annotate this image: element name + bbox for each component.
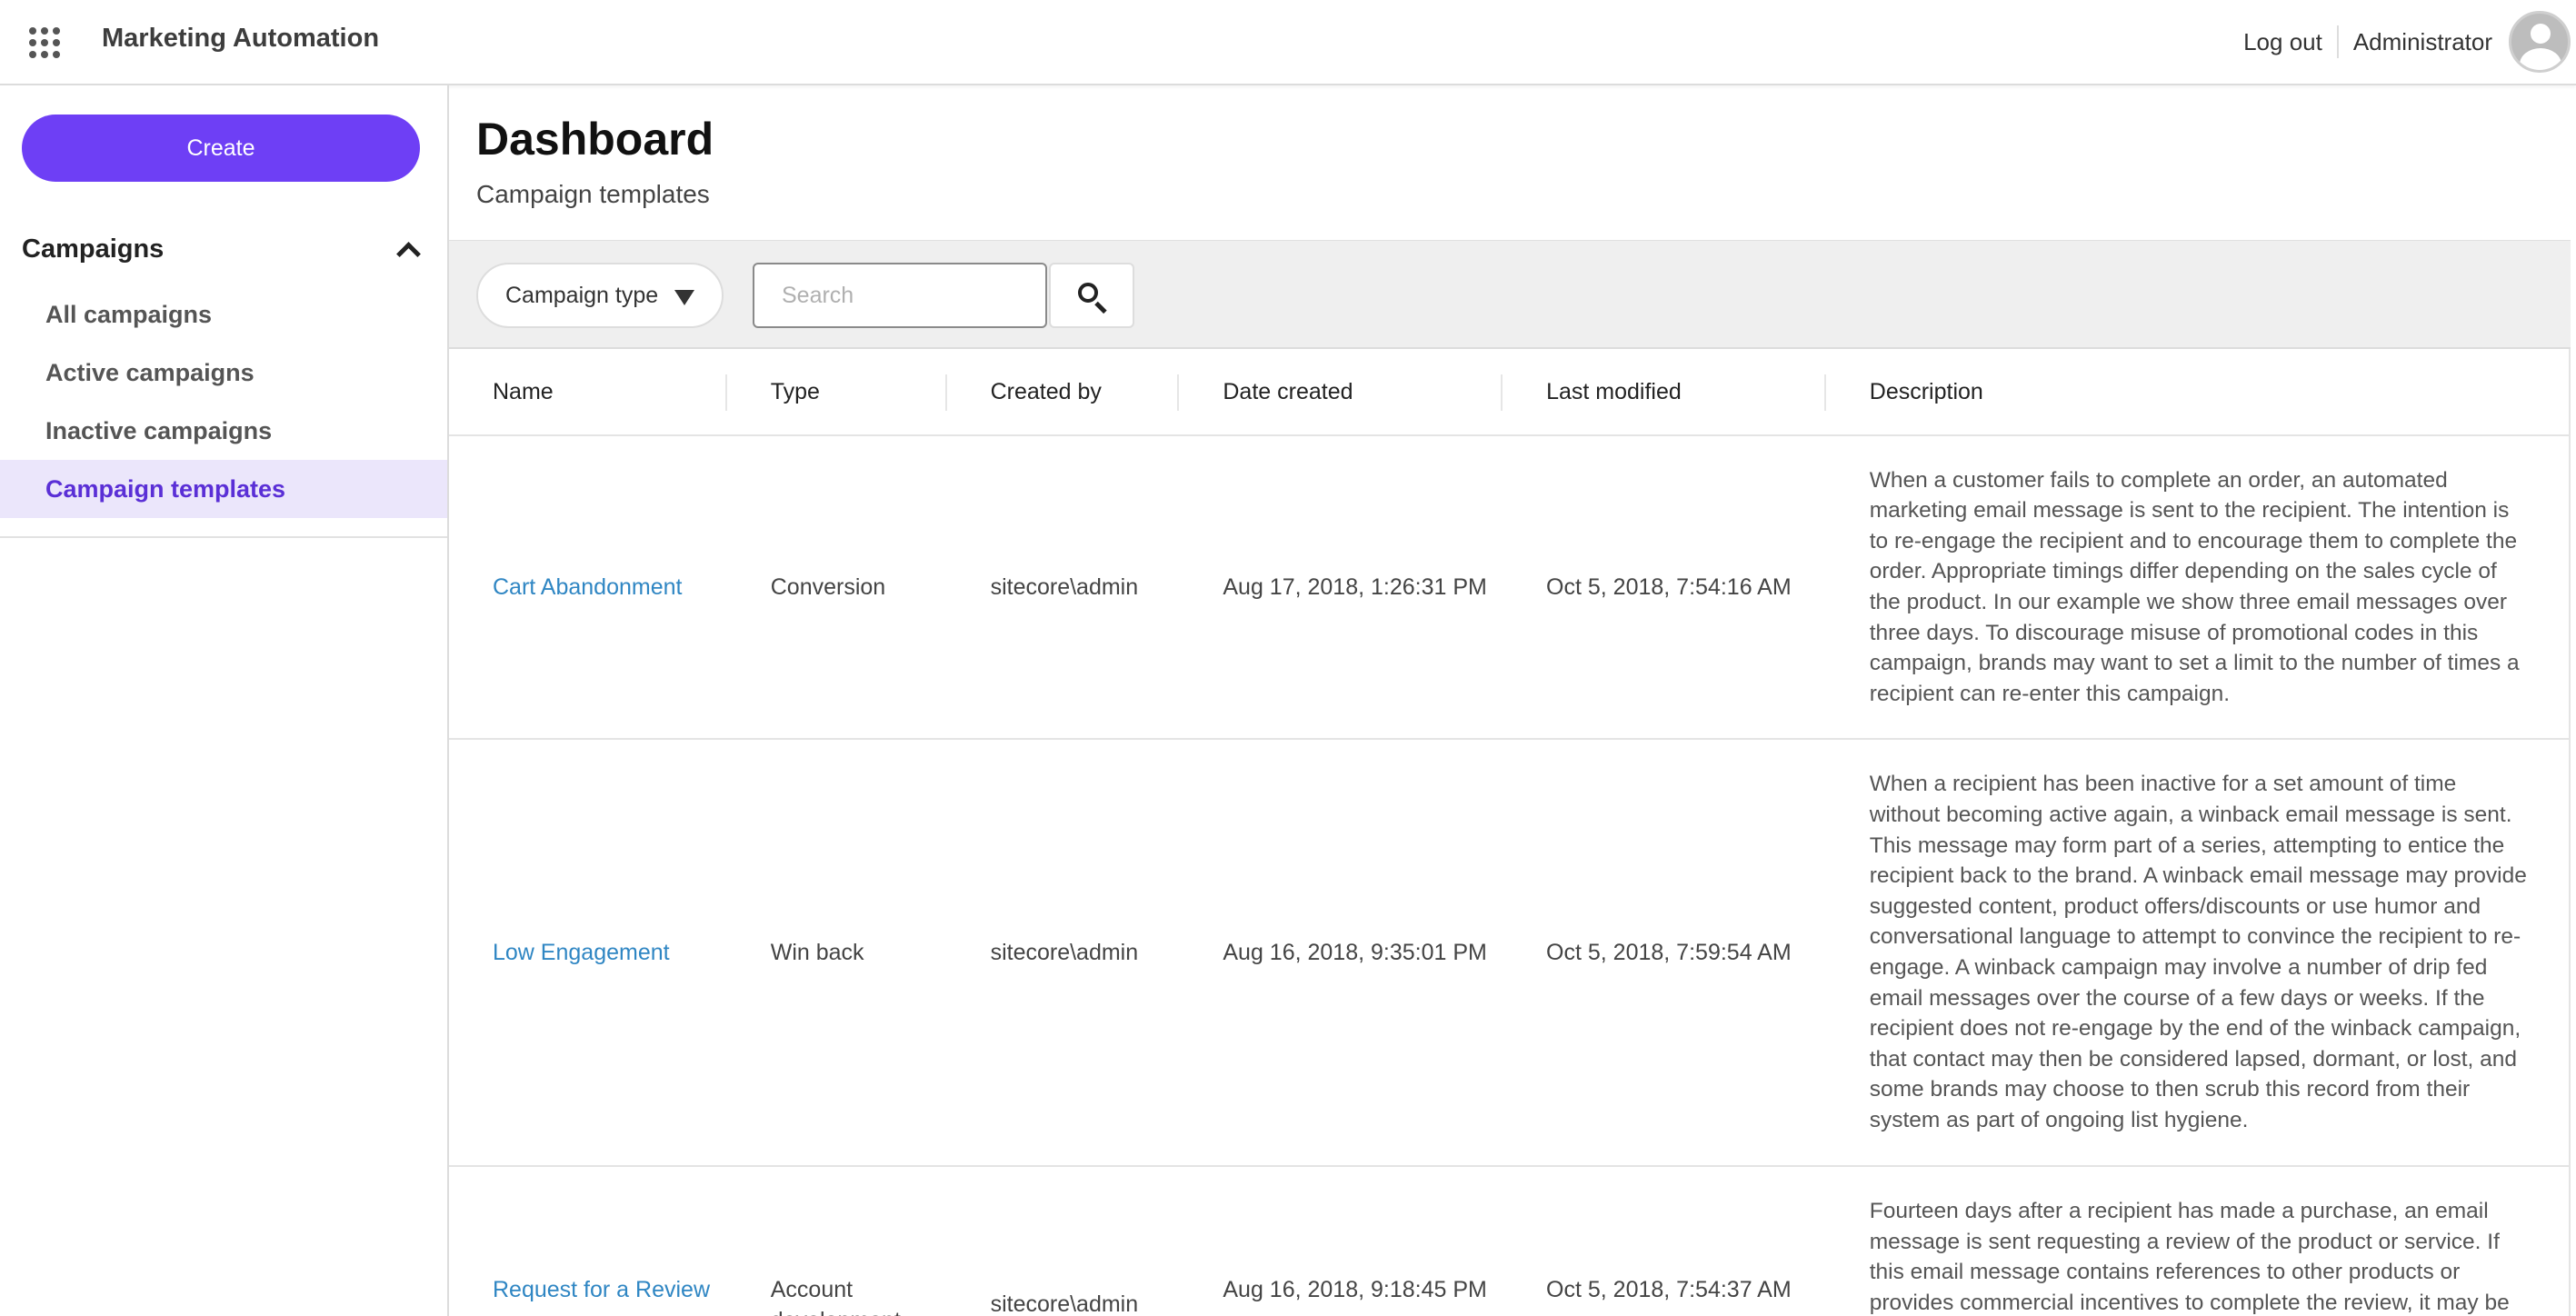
row-name-cell: Low Engagement <box>449 937 727 968</box>
table-row[interactable]: Cart Abandonment Conversion sitecore\adm… <box>449 436 2569 740</box>
search-button[interactable] <box>1049 263 1134 328</box>
table-header: Name Type Created by Date created Last m… <box>449 349 2569 436</box>
row-type-cell: Conversion <box>770 574 886 600</box>
row-date-created-cell: Aug 16, 2018, 9:35:01 PM <box>1223 940 1487 965</box>
user-area: Log out Administrator <box>2243 0 2576 84</box>
campaign-type-label: Campaign type <box>505 282 659 308</box>
column-header-type[interactable]: Type <box>727 349 947 434</box>
main-content: Dashboard Campaign templates Campaign ty… <box>449 85 2576 1316</box>
page-title: Dashboard <box>476 114 714 164</box>
table-row[interactable]: Request for a Review Account development… <box>449 1167 2569 1316</box>
search-icon <box>1078 283 1098 303</box>
row-type-cell: Win back <box>770 940 864 965</box>
page-subtitle: Campaign templates <box>476 180 710 208</box>
column-header-created-by[interactable]: Created by <box>947 349 1180 434</box>
create-button[interactable]: Create <box>22 115 420 182</box>
template-name-link[interactable]: Low Engagement <box>493 940 670 965</box>
search-icon-handle <box>1094 301 1107 314</box>
row-name-cell: Request for a Review <box>449 1167 727 1305</box>
campaign-type-dropdown[interactable]: Campaign type <box>476 263 724 328</box>
row-description-cell: When a recipient has been inactive for a… <box>1869 772 2527 1132</box>
template-name-link[interactable]: Cart Abandonment <box>493 574 682 600</box>
row-type-cell: Account development <box>770 1277 901 1316</box>
sidebar-item-inactive-campaigns[interactable]: Inactive campaigns <box>0 402 447 460</box>
row-description-cell: Fourteen days after a recipient has made… <box>1869 1199 2510 1315</box>
sidebar-item-campaign-templates[interactable]: Campaign templates <box>0 460 447 518</box>
campaigns-section-toggle[interactable]: Campaigns <box>22 231 420 267</box>
caret-down-icon <box>674 290 694 305</box>
chevron-up-icon <box>394 236 420 262</box>
campaigns-section-title: Campaigns <box>22 234 165 264</box>
row-last-modified-cell: Oct 5, 2018, 7:54:16 AM <box>1546 574 1792 600</box>
sidebar-divider <box>0 536 447 538</box>
sidebar-item-active-campaigns[interactable]: Active campaigns <box>0 344 447 402</box>
row-name-cell: Cart Abandonment <box>449 572 727 603</box>
user-name: Administrator <box>2352 27 2492 55</box>
template-name-link[interactable]: Request for a Review <box>493 1277 710 1302</box>
row-last-modified-cell: Oct 5, 2018, 7:59:54 AM <box>1546 940 1792 965</box>
row-date-created-cell: Aug 17, 2018, 1:26:31 PM <box>1223 574 1487 600</box>
column-header-last-modified[interactable]: Last modified <box>1503 349 1826 434</box>
user-avatar-icon[interactable] <box>2509 11 2571 73</box>
column-header-date-created[interactable]: Date created <box>1179 349 1503 434</box>
sidebar-item-all-campaigns[interactable]: All campaigns <box>0 285 447 344</box>
column-header-description: Description <box>1869 378 1983 404</box>
row-created-by-cell: sitecore\admin <box>990 1291 1139 1316</box>
row-date-created-cell: Aug 16, 2018, 9:18:45 PM <box>1223 1277 1487 1302</box>
filter-bar: Campaign type <box>449 240 2571 349</box>
top-bar: Marketing Automation Log out Administrat… <box>0 0 2576 85</box>
sidebar: Create Campaigns All campaigns Active ca… <box>0 85 449 1316</box>
row-description-cell: When a customer fails to complete an ord… <box>1869 467 2520 706</box>
search-input[interactable] <box>753 263 1047 328</box>
logout-link[interactable]: Log out <box>2243 28 2337 56</box>
column-header-name[interactable]: Name <box>449 349 727 434</box>
app-title: Marketing Automation <box>102 24 380 53</box>
row-last-modified-cell: Oct 5, 2018, 7:54:37 AM <box>1546 1277 1792 1302</box>
row-created-by-cell: sitecore\admin <box>990 940 1139 965</box>
app-launcher-grid-icon[interactable] <box>29 27 60 58</box>
templates-table: Name Type Created by Date created Last m… <box>449 349 2571 1316</box>
row-created-by-cell: sitecore\admin <box>990 574 1139 600</box>
table-row[interactable]: Low Engagement Win back sitecore\admin A… <box>449 740 2569 1167</box>
campaigns-nav-list: All campaigns Active campaigns Inactive … <box>0 285 447 518</box>
